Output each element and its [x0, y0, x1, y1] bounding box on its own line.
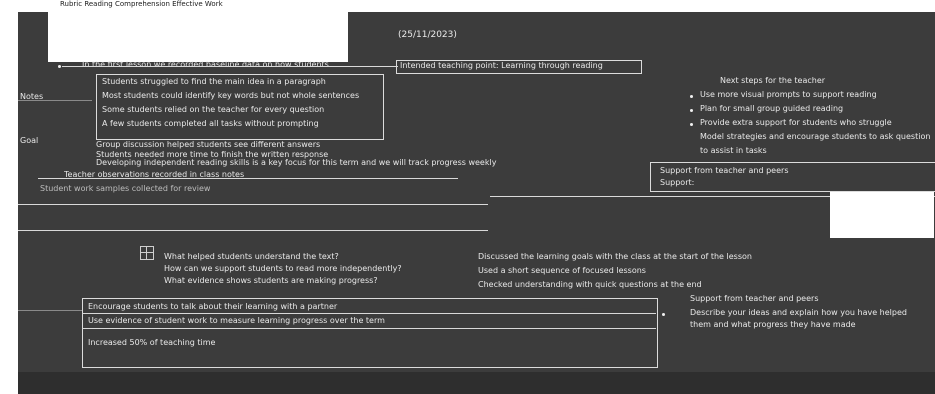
- side-label: Goal: [20, 136, 39, 145]
- right-bullet: Provide extra support for students who s…: [700, 118, 892, 127]
- summary-text: Developing independent reading skills is…: [96, 158, 497, 167]
- support-title: Support from teacher and peers: [660, 166, 789, 175]
- divider: [82, 313, 656, 314]
- right-heading: Next steps for the teacher: [720, 76, 826, 85]
- progress-item: Used a short sequence of focused lessons: [478, 266, 646, 275]
- bullet-dot: [690, 95, 693, 98]
- footer-strip: [18, 372, 935, 394]
- list-item: Group discussion helped students see dif…: [96, 140, 321, 149]
- bottom-line: Encourage students to talk about their l…: [88, 302, 338, 311]
- progress-item: Checked understanding with quick questio…: [478, 280, 702, 289]
- blank-header-box: [48, 10, 348, 62]
- middle-heading: Intended teaching point: Learning throug…: [400, 61, 603, 70]
- right-note: to assist in tasks: [700, 146, 767, 155]
- right-bullet: Plan for small group guided reading: [700, 104, 844, 113]
- right-bullet: Use more visual prompts to support readi…: [700, 90, 877, 99]
- divider: [18, 310, 82, 311]
- right-note: Model strategies and encourage students …: [700, 132, 930, 141]
- list-item: Most students could identify key words b…: [102, 91, 360, 100]
- divider: [18, 230, 488, 231]
- question-item: How can we support students to read more…: [164, 264, 402, 273]
- list-item: Students struggled to find the main idea…: [102, 77, 326, 86]
- support-text: Describe your ideas and explain how you …: [690, 308, 907, 317]
- divider: [82, 328, 656, 329]
- support-text: them and what progress they have made: [690, 320, 856, 329]
- bullet-dot: [690, 123, 693, 126]
- divider: [18, 204, 488, 205]
- subnote: Teacher observations recorded in class n…: [64, 170, 245, 179]
- document-canvas: Rubric Reading Comprehension Effective W…: [0, 0, 935, 394]
- bottom-line: Increased 50% of teaching time: [88, 338, 216, 347]
- support-label: Support:: [660, 178, 695, 187]
- blank-right-box: [830, 192, 934, 238]
- bottom-line: Use evidence of student work to measure …: [88, 316, 385, 325]
- question-item: What helped students understand the text…: [164, 252, 339, 261]
- support-subtitle: Support from teacher and peers: [690, 294, 819, 303]
- divider: [18, 100, 92, 101]
- divider: [62, 66, 398, 67]
- progress-item: Discussed the learning goals with the cl…: [478, 252, 752, 261]
- document-title: Rubric Reading Comprehension Effective W…: [60, 0, 223, 8]
- bullet-dot: [662, 313, 665, 316]
- list-item: Some students relied on the teacher for …: [102, 105, 325, 114]
- list-item: A few students completed all tasks witho…: [102, 119, 319, 128]
- left-lead-text: In the first lesson we recorded baseline…: [82, 60, 329, 69]
- bullet-dot: [58, 65, 61, 68]
- table-icon: [140, 246, 154, 260]
- question-item: What evidence shows students are making …: [164, 276, 378, 285]
- date-label: (25/11/2023): [398, 30, 457, 40]
- bullet-dot: [690, 109, 693, 112]
- subnote: Student work samples collected for revie…: [40, 184, 211, 193]
